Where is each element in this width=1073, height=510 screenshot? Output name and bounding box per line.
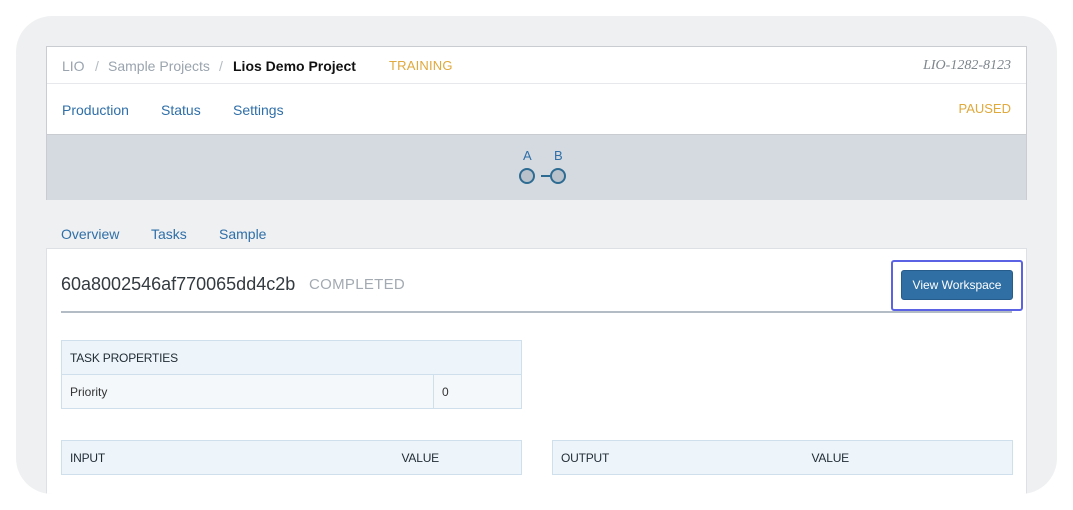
- project-state-badge: PAUSED: [958, 101, 1012, 116]
- property-value: 0: [433, 374, 522, 409]
- breadcrumb-separator: /: [219, 58, 223, 74]
- task-properties-header: TASK PROPERTIES: [61, 340, 522, 375]
- input-value-column-header: VALUE: [393, 440, 522, 475]
- tab-overview[interactable]: Overview: [61, 226, 119, 242]
- step-node-a[interactable]: [519, 168, 535, 184]
- table-header-row: INPUT VALUE: [61, 440, 522, 475]
- table-header-row: OUTPUT VALUE: [552, 440, 1013, 475]
- screenshot-frame: LIO / Sample Projects / Lios Demo Projec…: [16, 16, 1057, 494]
- step-connector: [541, 175, 550, 177]
- project-header-card: LIO / Sample Projects / Lios Demo Projec…: [46, 46, 1027, 200]
- step-label-b: B: [554, 148, 563, 163]
- input-column-header: INPUT: [61, 440, 394, 475]
- nav-settings[interactable]: Settings: [233, 102, 284, 118]
- step-label-a: A: [523, 148, 532, 163]
- nav-status[interactable]: Status: [161, 102, 201, 118]
- input-table: INPUT VALUE: [61, 440, 522, 475]
- task-status-badge: COMPLETED: [309, 276, 406, 293]
- task-properties-table: TASK PROPERTIES Priority 0: [61, 340, 522, 409]
- tab-sample[interactable]: Sample: [219, 226, 266, 242]
- breadcrumb-separator: /: [95, 58, 99, 74]
- breadcrumb: LIO / Sample Projects / Lios Demo Projec…: [47, 47, 1026, 84]
- divider: [61, 311, 1012, 313]
- step-node-b[interactable]: [550, 168, 566, 184]
- breadcrumb-item-sample-projects[interactable]: Sample Projects: [108, 58, 210, 74]
- output-value-column-header: VALUE: [803, 440, 1013, 475]
- table-header-row: TASK PROPERTIES: [61, 340, 522, 375]
- output-column-header: OUTPUT: [552, 440, 804, 475]
- tab-tasks[interactable]: Tasks: [151, 226, 187, 242]
- breadcrumb-item-lio[interactable]: LIO: [62, 58, 85, 74]
- task-tabs: Overview Tasks Sample: [46, 221, 546, 249]
- project-id: LIO-1282-8123: [923, 58, 1011, 73]
- view-workspace-button[interactable]: View Workspace: [901, 270, 1013, 300]
- property-label: Priority: [61, 374, 434, 409]
- nav-production[interactable]: Production: [62, 102, 129, 118]
- breadcrumb-current-project: Lios Demo Project: [233, 58, 356, 74]
- task-id: 60a8002546af770065dd4c2b: [61, 274, 296, 294]
- table-row: Priority 0: [61, 374, 522, 409]
- stage-badge: TRAINING: [389, 58, 453, 73]
- project-nav: Production Status Settings PAUSED: [47, 85, 1026, 133]
- workflow-stepper: A B: [47, 134, 1026, 200]
- output-table: OUTPUT VALUE: [552, 440, 1013, 475]
- task-detail-panel: 60a8002546af770065dd4c2b COMPLETED View …: [46, 248, 1027, 494]
